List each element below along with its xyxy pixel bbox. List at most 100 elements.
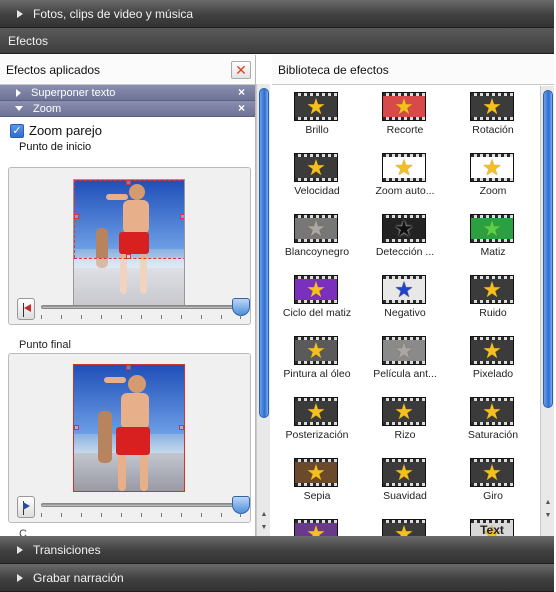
effect-thumbnail[interactable]: ★ [470, 275, 514, 304]
star-icon: ★ [394, 277, 414, 302]
remove-all-effects-button[interactable]: ✕ [231, 61, 251, 79]
effect-tile[interactable]: ★ Pintura al óleo [272, 333, 362, 395]
effect-thumbnail[interactable]: ★ [294, 519, 338, 536]
effect-tile[interactable]: ★ Ruido [448, 272, 538, 334]
end-frame-preview[interactable] [73, 364, 185, 492]
applied-effect-superponer-texto[interactable]: Superponer texto × [0, 85, 255, 101]
effect-tile[interactable]: ★ Rizo [360, 394, 450, 456]
star-icon: ★ [482, 460, 502, 485]
effect-tile[interactable]: ★ [272, 516, 362, 536]
effects-library-scrollbar[interactable]: ▲ ▼ [540, 86, 554, 536]
scroll-up-arrow-icon[interactable]: ▲ [541, 497, 555, 509]
effect-thumbnail[interactable]: ★ [470, 214, 514, 243]
effect-thumbnail[interactable]: ★ [382, 458, 426, 487]
effect-thumbnail[interactable]: ★ [470, 458, 514, 487]
crop-handle[interactable] [126, 254, 131, 259]
star-icon: ★ [482, 94, 502, 119]
effect-tile[interactable]: ★ Ciclo del matiz [272, 272, 362, 334]
effect-tile[interactable]: ★ Rotación [448, 89, 538, 151]
effect-tile[interactable]: ★ Suavidad [360, 455, 450, 517]
effect-thumbnail[interactable]: ★ [294, 397, 338, 426]
effect-thumbnail[interactable]: ★ [470, 397, 514, 426]
effect-thumbnail[interactable]: ★ [382, 336, 426, 365]
effect-tile[interactable]: ★ Velocidad [272, 150, 362, 212]
slider-thumb[interactable] [232, 496, 250, 514]
effect-label: Zoom auto... [375, 185, 435, 197]
photos-clips-label: Fotos, clips de video y música [33, 6, 194, 21]
effect-thumbnail[interactable]: ★ [382, 92, 426, 121]
effect-tile[interactable]: ★ Saturación [448, 394, 538, 456]
slider-thumb[interactable] [232, 298, 250, 316]
end-point-editor [8, 353, 251, 523]
applied-effect-label: Zoom [33, 102, 62, 115]
scrollbar-thumb[interactable] [259, 88, 269, 418]
effect-thumbnail[interactable]: ★ [382, 519, 426, 536]
star-icon: ★ [482, 338, 502, 363]
effects-library-grid: ★ Brillo ★ Recorte ★ Rotación ★ Velocidad ★ Zoom … [272, 86, 540, 536]
crop-handle[interactable] [126, 365, 131, 370]
close-icon: ✕ [235, 61, 247, 78]
star-icon: ★ [306, 460, 326, 485]
effect-tile[interactable]: ★ Película ant... [360, 333, 450, 395]
transitions-bar[interactable]: Transiciones [0, 536, 554, 564]
effect-label: Pintura al óleo [283, 368, 351, 380]
photos-clips-bar[interactable]: Fotos, clips de video y música [0, 0, 554, 28]
effect-thumbnail[interactable]: ★ [470, 92, 514, 121]
effect-tile[interactable]: ★ Pixelado [448, 333, 538, 395]
effect-label: Giro [483, 490, 503, 502]
remove-effect-icon[interactable]: × [238, 101, 245, 115]
slider-track[interactable] [41, 305, 241, 309]
effect-tile[interactable]: ★ Text [448, 516, 538, 536]
effect-tile[interactable]: ★ Zoom [448, 150, 538, 212]
end-keyframe-button[interactable] [17, 496, 35, 518]
end-point-label: Punto final [19, 339, 71, 351]
effect-tile[interactable]: ★ Giro [448, 455, 538, 517]
effect-thumbnail[interactable]: ★ [294, 214, 338, 243]
scroll-up-arrow-icon[interactable]: ▲ [257, 509, 271, 521]
scrollbar-thumb[interactable] [543, 90, 553, 408]
collapse-arrow-icon[interactable] [15, 106, 23, 111]
effect-thumbnail[interactable]: ★ [382, 214, 426, 243]
scroll-down-arrow-icon[interactable]: ▼ [541, 510, 555, 522]
star-icon: ★ [394, 155, 414, 180]
effect-thumbnail[interactable]: ★ [382, 397, 426, 426]
crop-handle[interactable] [74, 214, 79, 219]
crop-handle[interactable] [180, 214, 184, 219]
effect-thumbnail[interactable]: ★ [294, 458, 338, 487]
effect-tile[interactable]: ★ Matiz [448, 211, 538, 273]
effect-thumbnail[interactable]: ★ [294, 153, 338, 182]
slider-track[interactable] [41, 503, 241, 507]
effect-tile[interactable]: ★ Brillo [272, 89, 362, 151]
effect-tile[interactable]: ★ Posterización [272, 394, 362, 456]
crop-handle[interactable] [74, 425, 79, 430]
effect-thumbnail[interactable]: ★ [294, 275, 338, 304]
remove-effect-icon[interactable]: × [238, 85, 245, 99]
effect-tile[interactable]: ★ Sepia [272, 455, 362, 517]
applied-effect-zoom[interactable]: Zoom × [0, 101, 255, 117]
effect-tile[interactable]: ★ Detección ... [360, 211, 450, 273]
applied-effects-scrollbar[interactable]: ▲ ▼ [256, 84, 270, 536]
effect-tile[interactable]: ★ Negativo [360, 272, 450, 334]
smooth-zoom-checkbox[interactable]: ✓ Zoom parejo [0, 117, 255, 138]
effect-thumbnail[interactable]: ★ [294, 92, 338, 121]
expand-arrow-icon[interactable] [16, 88, 21, 97]
scroll-down-arrow-icon[interactable]: ▼ [257, 522, 271, 534]
star-icon: ★ [394, 338, 414, 363]
crop-handle[interactable] [126, 180, 131, 185]
narration-bar[interactable]: Grabar narración [0, 564, 554, 592]
effect-tile[interactable]: ★ Blancoynegro [272, 211, 362, 273]
effect-thumbnail[interactable]: ★ [382, 153, 426, 182]
effect-thumbnail[interactable]: ★ [470, 153, 514, 182]
effect-thumbnail[interactable]: ★ [382, 275, 426, 304]
effect-tile[interactable]: ★ Zoom auto... [360, 150, 450, 212]
effect-thumbnail[interactable]: ★ [294, 336, 338, 365]
effect-thumbnail[interactable]: ★ [470, 336, 514, 365]
checkmark-icon[interactable]: ✓ [10, 123, 24, 138]
star-icon: ★ [394, 399, 414, 424]
effect-tile[interactable]: ★ Recorte [360, 89, 450, 151]
effect-thumbnail[interactable]: ★ Text [470, 519, 514, 536]
crop-handle[interactable] [179, 425, 184, 430]
effect-tile[interactable]: ★ [360, 516, 450, 536]
start-frame-preview[interactable] [73, 179, 185, 307]
start-keyframe-button[interactable] [17, 298, 35, 320]
